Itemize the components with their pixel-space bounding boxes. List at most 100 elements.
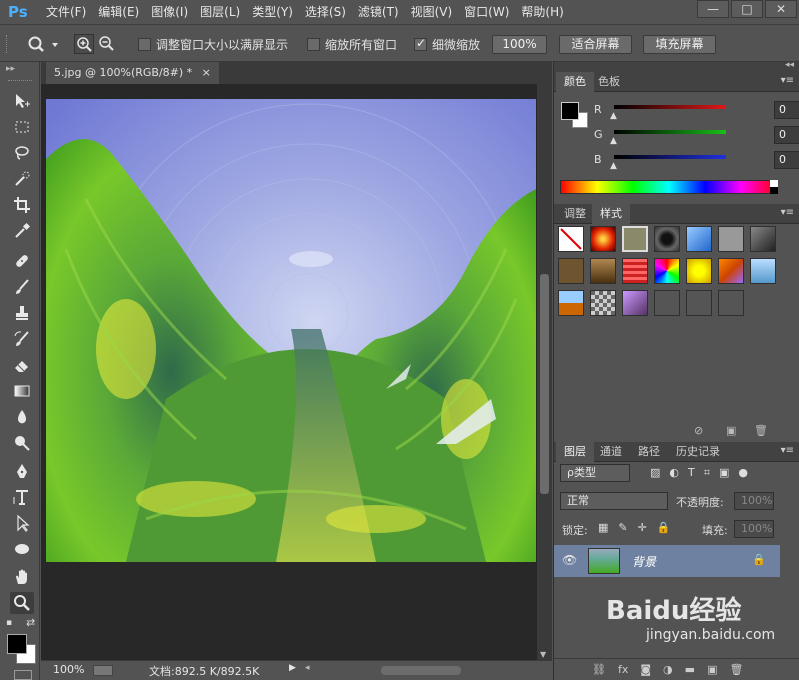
menu-image[interactable]: 图像(I): [145, 0, 194, 24]
new-layer-icon[interactable]: ▣: [707, 663, 717, 676]
quick-selection-tool[interactable]: [10, 168, 34, 190]
fill-input[interactable]: 100%: [734, 520, 774, 538]
zoom-tool[interactable]: [10, 592, 34, 614]
green-value[interactable]: 0: [774, 126, 799, 144]
close-tab-icon[interactable]: ×: [202, 66, 211, 79]
menu-window[interactable]: 窗口(W): [458, 0, 515, 24]
style-black-chrome-swatch[interactable]: [654, 226, 680, 252]
style-red-glow-swatch[interactable]: [590, 226, 616, 252]
document-image[interactable]: [46, 99, 536, 562]
zoom-all-windows-option[interactable]: 缩放所有窗口: [307, 36, 397, 53]
add-mask-icon[interactable]: ◙: [640, 663, 651, 676]
layer-filter-select[interactable]: ρ类型: [560, 464, 630, 482]
style-yellow-glow-swatch[interactable]: [686, 258, 712, 284]
lock-image-icon[interactable]: ✎: [618, 521, 627, 534]
menu-select[interactable]: 选择(S): [299, 0, 352, 24]
fit-screen-button[interactable]: 适合屏幕: [559, 35, 632, 54]
tab-color[interactable]: 颜色: [556, 72, 594, 92]
tab-adjustments[interactable]: 调整: [556, 204, 594, 224]
style-none-swatch[interactable]: [558, 226, 584, 252]
tab-swatches[interactable]: 色板: [590, 72, 628, 92]
tab-history[interactable]: 历史记录: [668, 442, 728, 462]
style-orange-blend-swatch[interactable]: [718, 258, 744, 284]
history-brush-tool[interactable]: [10, 328, 34, 350]
vertical-scroll-thumb[interactable]: [540, 274, 549, 494]
lock-transparent-icon[interactable]: ▦: [598, 521, 608, 534]
zoom-all-windows-checkbox[interactable]: [307, 38, 320, 51]
menu-layer[interactable]: 图层(L): [194, 0, 246, 24]
blue-slider[interactable]: [614, 155, 726, 159]
eyedropper-tool[interactable]: [10, 220, 34, 242]
menu-file[interactable]: 文件(F): [40, 0, 92, 24]
toolbar-grip[interactable]: [8, 80, 32, 82]
resize-windows-option[interactable]: 调整窗口大小以满屏显示: [138, 36, 288, 53]
color-panel-menu-icon[interactable]: ▾≡: [781, 75, 794, 86]
new-style-icon[interactable]: ▣: [726, 424, 736, 437]
resize-windows-checkbox[interactable]: [138, 38, 151, 51]
lasso-tool[interactable]: [10, 142, 34, 164]
marquee-tool[interactable]: [10, 116, 34, 138]
style-rainbow-swatch[interactable]: [654, 258, 680, 284]
style-sunset-swatch[interactable]: [558, 290, 584, 316]
filter-pixel-icon[interactable]: ▨: [650, 466, 660, 480]
zoom-out-button[interactable]: [97, 34, 117, 54]
tab-channels[interactable]: 通道: [592, 442, 630, 462]
status-preview-icon[interactable]: [93, 665, 113, 676]
lock-all-icon[interactable]: 🔒: [657, 521, 671, 534]
pen-tool[interactable]: [10, 460, 34, 482]
blue-slider-thumb[interactable]: ▲: [610, 161, 617, 171]
options-grip[interactable]: [6, 35, 9, 53]
healing-brush-tool[interactable]: [10, 250, 34, 272]
style-dark-gradient-swatch[interactable]: [750, 226, 776, 252]
tool-preset-picker[interactable]: [26, 34, 62, 54]
menu-view[interactable]: 视图(V): [405, 0, 459, 24]
filter-shape-icon[interactable]: ⌗: [704, 466, 710, 480]
path-selection-tool[interactable]: [10, 512, 34, 534]
style-brown-gradient-swatch[interactable]: [590, 258, 616, 284]
color-spectrum-ramp[interactable]: [560, 180, 778, 194]
filter-type-icon[interactable]: T: [688, 466, 695, 480]
tab-paths[interactable]: 路径: [630, 442, 668, 462]
eye-icon[interactable]: 👁: [562, 553, 577, 567]
layer-row[interactable]: 👁 背景 🔒: [554, 545, 780, 577]
style-blue-glass-swatch[interactable]: [686, 226, 712, 252]
menu-filter[interactable]: 滤镜(T): [352, 0, 405, 24]
foreground-color-swatch[interactable]: [7, 634, 27, 654]
scrubby-zoom-checkbox[interactable]: [414, 36, 427, 51]
ellipse-tool[interactable]: [10, 538, 34, 560]
clear-style-icon[interactable]: ⊘: [694, 424, 703, 437]
close-window-button[interactable]: ✕: [765, 0, 797, 18]
fill-screen-button[interactable]: 填充屏幕: [643, 35, 716, 54]
minimize-button[interactable]: —: [697, 0, 729, 18]
style-sky-blue-swatch[interactable]: [750, 258, 776, 284]
swap-colors-icon[interactable]: ⇄: [26, 616, 35, 629]
scroll-down-arrow-icon[interactable]: ▼: [540, 650, 546, 659]
crop-tool[interactable]: [10, 194, 34, 216]
layer-style-icon[interactable]: fx: [618, 663, 628, 676]
delete-layer-icon[interactable]: 🗑: [729, 663, 743, 676]
layer-name[interactable]: 背景: [632, 553, 656, 570]
type-tool[interactable]: [10, 486, 34, 508]
delete-style-icon[interactable]: 🗑: [754, 424, 768, 437]
hand-tool[interactable]: [10, 566, 34, 588]
horizontal-scroll-thumb[interactable]: [381, 666, 461, 675]
lock-position-icon[interactable]: ✛: [638, 521, 647, 534]
style-dark-gray-2-swatch[interactable]: [686, 290, 712, 316]
zoom-level-field[interactable]: 100%: [53, 663, 84, 676]
blue-value[interactable]: 0: [774, 151, 799, 169]
actual-pixels-button[interactable]: 100%: [492, 35, 547, 54]
red-slider-thumb[interactable]: ▲: [610, 111, 617, 121]
menu-help[interactable]: 帮助(H): [515, 0, 569, 24]
status-menu-arrow-icon[interactable]: ▶: [289, 663, 296, 673]
quick-mask-icon[interactable]: [14, 670, 32, 680]
collapse-toolbar-icon[interactable]: ▸▸: [6, 64, 15, 74]
styles-panel-menu-icon[interactable]: ▾≡: [781, 207, 794, 218]
link-layers-icon[interactable]: ⛓: [592, 663, 606, 676]
style-outline-frame-swatch[interactable]: [622, 226, 648, 252]
document-tab[interactable]: 5.jpg @ 100%(RGB/8#) * ×: [46, 62, 219, 84]
eraser-tool[interactable]: [10, 354, 34, 376]
style-dark-gray-swatch[interactable]: [654, 290, 680, 316]
gradient-tool[interactable]: [10, 380, 34, 402]
style-dark-gray-3-swatch[interactable]: [718, 290, 744, 316]
dodge-tool[interactable]: [10, 432, 34, 454]
